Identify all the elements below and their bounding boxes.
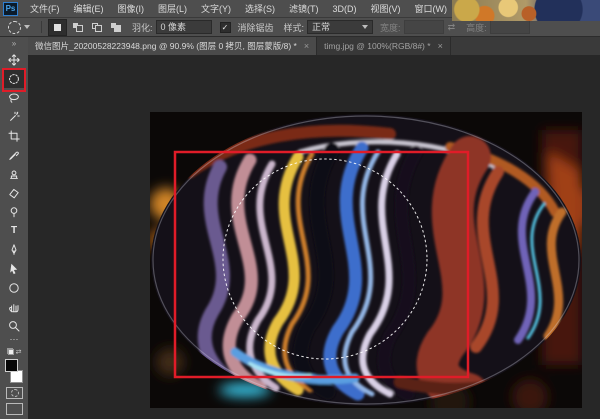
hand-icon — [8, 301, 20, 313]
type-icon: T — [11, 225, 17, 236]
selection-arrow-icon — [8, 263, 20, 275]
menu-select[interactable]: 选择(S) — [238, 1, 282, 17]
tab-label: timg.jpg @ 100%(RGB/8#) * — [324, 41, 430, 51]
intersect-selection-mode-button[interactable] — [107, 20, 124, 35]
style-value: 正常 — [312, 21, 330, 33]
eraser-icon — [8, 187, 20, 199]
menu-file[interactable]: 文件(F) — [23, 1, 67, 17]
close-icon[interactable]: × — [304, 42, 309, 51]
antialias-label: 消除锯齿 — [238, 21, 274, 34]
tab-weixin-image[interactable]: 微信图片_20200528223948.png @ 90.9% (图层 0 拷贝… — [28, 37, 317, 55]
default-colors-icon — [7, 348, 14, 355]
menu-3d[interactable]: 3D(D) — [326, 1, 364, 17]
subtract-selection-mode-button[interactable] — [88, 20, 105, 35]
screen-mode-button[interactable] — [6, 403, 23, 415]
photoshop-logo-icon: Ps — [3, 2, 18, 16]
add-selection-mode-button[interactable] — [69, 20, 86, 35]
color-swatches[interactable] — [5, 359, 23, 383]
style-dropdown[interactable]: 正常 — [307, 20, 373, 34]
liquify-artwork — [150, 112, 582, 408]
width-input — [404, 20, 444, 34]
quick-mask-button[interactable] — [6, 387, 23, 399]
tab-timg-jpg[interactable]: timg.jpg @ 100%(RGB/8#) * × — [317, 37, 451, 55]
new-selection-mode-button[interactable] — [48, 19, 67, 36]
dodge-icon — [8, 206, 20, 218]
crop-icon — [8, 130, 20, 142]
type-tool[interactable]: T — [2, 221, 26, 240]
dodge-tool[interactable] — [2, 202, 26, 221]
move-icon — [8, 54, 20, 66]
document-image[interactable] — [150, 112, 582, 408]
feather-input[interactable]: 0 像素 — [156, 20, 212, 34]
pen-tool[interactable] — [2, 240, 26, 259]
height-input — [490, 20, 530, 34]
height-label: 高度: — [466, 21, 487, 34]
close-icon[interactable]: × — [438, 42, 443, 51]
lasso-icon — [8, 92, 20, 104]
feather-label: 羽化: — [132, 21, 153, 34]
add-selection-icon — [73, 23, 83, 32]
elliptical-marquee-icon — [8, 73, 20, 85]
pen-icon — [8, 244, 20, 256]
swap-width-height-icon: ⇄ — [448, 22, 456, 33]
path-selection-tool[interactable] — [2, 259, 26, 278]
antialias-checkbox[interactable]: ✓ — [220, 22, 231, 33]
magic-wand-icon — [8, 111, 20, 123]
tab-label: 微信图片_20200528223948.png @ 90.9% (图层 0 拷贝… — [35, 40, 297, 52]
menu-window[interactable]: 窗口(W) — [408, 1, 455, 17]
tools-panel: » T ⋯ ⇄ — [0, 37, 28, 419]
magnifier-icon — [8, 320, 20, 332]
chevron-down-icon — [24, 25, 30, 29]
ellipse-shape-icon — [8, 282, 20, 294]
menu-view[interactable]: 视图(V) — [364, 1, 408, 17]
magic-wand-tool[interactable] — [2, 107, 26, 126]
menu-filter[interactable]: 滤镜(T) — [282, 1, 326, 17]
clone-stamp-tool[interactable] — [2, 164, 26, 183]
new-selection-icon — [54, 24, 61, 31]
hand-tool[interactable] — [2, 297, 26, 316]
intersect-selection-icon — [111, 23, 121, 32]
zoom-tool[interactable] — [2, 316, 26, 335]
divider — [41, 21, 42, 33]
tool-preset-picker[interactable] — [0, 21, 36, 34]
width-label: 宽度: — [380, 21, 401, 34]
shape-tool[interactable] — [2, 278, 26, 297]
menu-image[interactable]: 图像(I) — [111, 1, 152, 17]
menu-edit[interactable]: 编辑(E) — [67, 1, 111, 17]
edit-toolbar-button[interactable]: ⋯ — [10, 335, 19, 346]
crop-tool[interactable] — [2, 126, 26, 145]
style-label: 样式: — [284, 21, 305, 34]
clone-stamp-icon — [8, 168, 20, 180]
document-tab-bar: 微信图片_20200528223948.png @ 90.9% (图层 0 拷贝… — [28, 37, 600, 55]
chevron-down-icon — [362, 25, 368, 29]
eraser-tool[interactable] — [2, 183, 26, 202]
canvas-workspace[interactable] — [28, 55, 600, 419]
swap-colors-icon: ⇄ — [16, 348, 22, 356]
menu-layer[interactable]: 图层(L) — [151, 1, 194, 17]
elliptical-marquee-tool[interactable] — [2, 69, 26, 88]
elliptical-marquee-icon — [8, 21, 21, 34]
move-tool[interactable] — [2, 50, 26, 69]
eyedropper-tool[interactable] — [2, 145, 26, 164]
overlay-thumbnail-image — [452, 0, 600, 21]
menu-type[interactable]: 文字(Y) — [194, 1, 238, 17]
expand-toolbar-button[interactable]: » — [12, 37, 16, 50]
eyedropper-icon — [8, 149, 20, 161]
swap-colors-control[interactable]: ⇄ — [7, 346, 22, 357]
foreground-color-swatch[interactable] — [5, 359, 18, 372]
lasso-tool[interactable] — [2, 88, 26, 107]
subtract-selection-icon — [92, 23, 102, 32]
